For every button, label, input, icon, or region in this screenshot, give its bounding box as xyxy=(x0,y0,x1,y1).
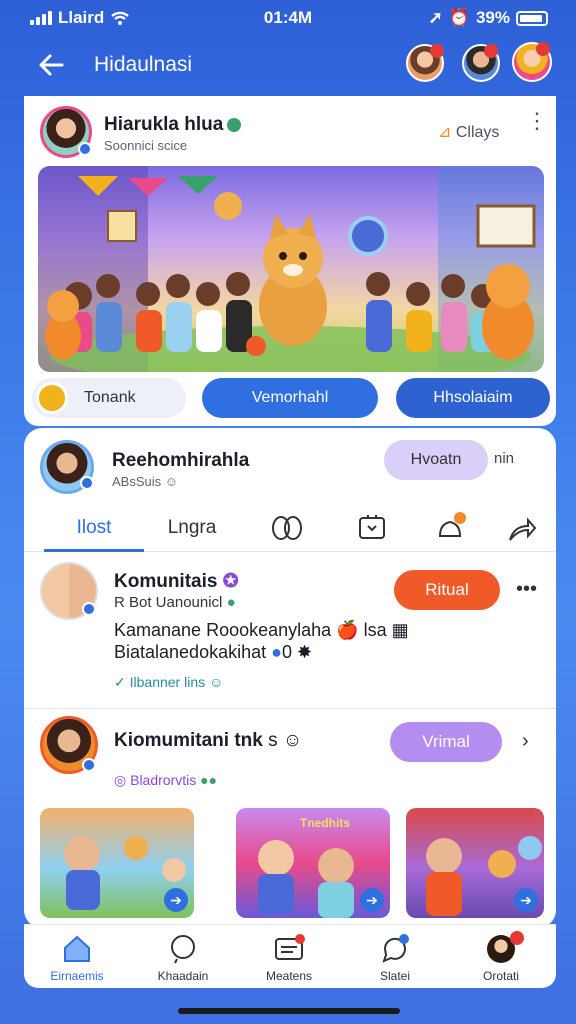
alarm-icon: ⏰ xyxy=(448,8,470,27)
share-icon[interactable] xyxy=(508,516,537,547)
hhsolaiaim-button[interactable]: Hhsolaiaim xyxy=(396,378,550,418)
post1-title: Komunitais ✪ xyxy=(114,571,239,592)
online-dot xyxy=(80,476,94,490)
online-dot xyxy=(82,602,96,616)
notifications-icon[interactable] xyxy=(436,512,468,547)
battery-icon xyxy=(516,10,548,26)
box-icon: ▦ xyxy=(391,620,409,640)
nav-status[interactable]: Slatei xyxy=(342,931,448,987)
community-banner-image xyxy=(38,166,544,372)
post2-link[interactable]: ◎ Bladrorvtis ●● xyxy=(114,772,217,789)
arrow-right-icon: ➔ xyxy=(514,888,538,912)
profile-subtitle: ABsSuis ☺ xyxy=(112,474,179,489)
document-icon[interactable] xyxy=(358,514,386,547)
emoji-icon: 🍎 xyxy=(336,620,359,640)
thumbnail-3[interactable]: ➔ xyxy=(406,808,544,918)
post2-title: Kiomumitani tnk s ☺ xyxy=(114,730,303,751)
follow-button[interactable]: Hvoatn xyxy=(384,440,488,480)
thumbnail-2[interactable]: Tnedhits ➔ xyxy=(236,808,390,918)
arrow-right-icon: ➔ xyxy=(164,888,188,912)
notification-badge xyxy=(484,44,498,58)
chats-button[interactable]: ⊿ Cllays xyxy=(438,122,499,142)
nav-profile[interactable]: Orotati xyxy=(448,931,554,987)
star-icon: ✪ xyxy=(222,571,239,592)
chevron-right-icon[interactable]: › xyxy=(522,730,529,753)
post1-more-icon[interactable]: ••• xyxy=(516,578,537,601)
chat-icon: ⊿ xyxy=(438,124,452,141)
spark-icon: ✸ xyxy=(297,642,313,662)
profile-name: Reehomhirahla xyxy=(112,450,250,471)
arrow-right-icon: ➔ xyxy=(360,888,384,912)
globe-icon: ● xyxy=(226,594,236,611)
post2-action-button[interactable]: Vrimal xyxy=(390,722,502,762)
more-options-icon[interactable]: ⋮ xyxy=(526,110,548,132)
battery-percent: 39% xyxy=(475,8,510,27)
back-arrow-icon[interactable] xyxy=(36,50,72,86)
check-circle-icon: ◎ xyxy=(114,772,127,788)
emoji-icon: ● xyxy=(271,642,283,662)
post1-text-line2: Biatalanedokakihat ●0 ✸ xyxy=(114,642,313,662)
thumbnail-caption: Tnedhits xyxy=(300,816,350,830)
post1-text-line1: Kamanane Roookeanylaha 🍎 lsa ▦ xyxy=(114,620,409,640)
vemorhahl-button[interactable]: Vemorhahl xyxy=(202,378,378,418)
bottom-navigation: Eirnaemis Khaadain Meatens Slatei Orotat… xyxy=(24,924,556,988)
messages-icon xyxy=(275,934,305,960)
nav-messages[interactable]: Meatens xyxy=(236,931,342,987)
home-indicator xyxy=(178,1008,400,1014)
community-name: Hiarukla hlua xyxy=(104,114,242,136)
follow-extra: nin xyxy=(494,450,515,467)
feed-card: Reehomhirahla ABsSuis ☺ Hvoatn nin Ilost… xyxy=(24,428,556,928)
app-bar: Hidaulnasi xyxy=(24,40,556,96)
emoji-icon: ☺ xyxy=(164,474,179,489)
feed-tabs: Ilost Lngra xyxy=(24,508,556,552)
divider xyxy=(24,708,556,709)
community-header-card: Hiarukla hlua Soonnici scice ⊿ Cllays ⋮ xyxy=(24,96,556,426)
check-circle-icon: ✓ xyxy=(114,674,126,690)
coin-icon xyxy=(36,382,68,414)
chat-bubble-icon xyxy=(382,934,409,963)
community-subtitle: Soonnici scice xyxy=(104,138,188,153)
tonank-button[interactable]: Tonank xyxy=(32,378,186,418)
post1-meta: R Bot Uanounicl ● xyxy=(114,594,236,611)
page-title: Hidaulnasi xyxy=(94,53,193,76)
post1-link[interactable]: ✓ Ilbanner lins ☺ xyxy=(114,674,223,691)
thumbnail-1[interactable]: ➔ xyxy=(40,808,194,918)
location-icon: ➚ xyxy=(428,8,443,27)
tab-post[interactable]: Ilost xyxy=(44,508,144,552)
online-dot xyxy=(78,142,92,156)
nav-home[interactable]: Eirnaemis xyxy=(24,931,130,987)
status-bar: Llaird 01:4M ➚ ⏰ 39% xyxy=(0,0,576,36)
tab-second[interactable]: Lngra xyxy=(144,508,240,552)
search-icon xyxy=(171,935,195,964)
poll-icon[interactable] xyxy=(270,514,304,547)
banner-illustration xyxy=(38,166,544,372)
nav-search[interactable]: Khaadain xyxy=(130,931,236,987)
verified-icon xyxy=(227,117,242,132)
home-icon xyxy=(64,935,90,962)
post1-action-button[interactable]: Ritual xyxy=(394,570,500,610)
notification-badge xyxy=(536,42,550,56)
notification-badge xyxy=(510,931,524,945)
notification-badge xyxy=(430,44,444,58)
online-dot xyxy=(82,758,96,772)
